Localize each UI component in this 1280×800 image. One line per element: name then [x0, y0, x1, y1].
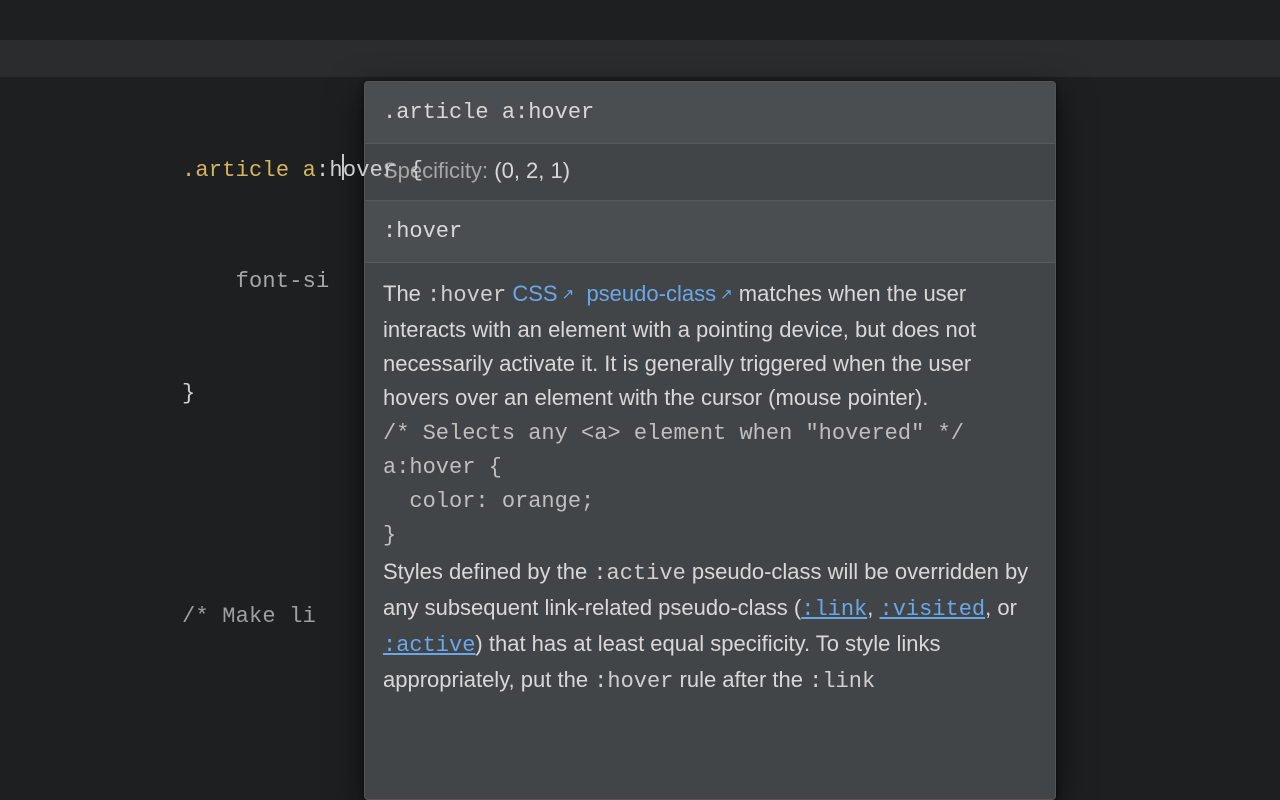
code-line[interactable]: .article a:hover {	[182, 152, 423, 189]
brace: }	[182, 381, 195, 406]
doc-text: ,	[867, 595, 879, 620]
popup-body[interactable]: The :hover CSS↗ pseudo-class↗ matches wh…	[365, 263, 1055, 699]
popup-selector-row: .article a:hover	[365, 82, 1055, 144]
doc-link-visited-pseudo[interactable]: :visited	[880, 597, 986, 622]
doc-code-inline: :active	[593, 561, 685, 586]
code-line[interactable]: }	[182, 375, 423, 412]
popup-topic-text: :hover	[383, 219, 462, 244]
popup-specificity-row: Specificity: (0, 2, 1)	[365, 144, 1055, 201]
popup-topic-row: :hover	[365, 201, 1055, 263]
code-line: }	[383, 523, 396, 548]
link-text: pseudo-class	[586, 281, 716, 306]
code-line[interactable]: /* Make li	[182, 598, 423, 635]
code-editor[interactable]: .article a:hover { font-si } /* Make li …	[0, 0, 1280, 800]
doc-link-link-pseudo[interactable]: :link	[801, 597, 867, 622]
current-line-highlight	[0, 40, 1280, 77]
doc-text: rule after the	[673, 667, 809, 692]
code-line[interactable]	[182, 710, 423, 747]
doc-code-inline: :hover	[427, 283, 506, 308]
doc-link-pseudo-class[interactable]: pseudo-class↗	[586, 281, 732, 306]
doc-text: , or	[985, 595, 1017, 620]
code-line[interactable]	[182, 486, 423, 523]
code-line[interactable]: font-si	[182, 263, 423, 300]
css-tag-selector: a	[289, 158, 316, 183]
doc-code-inline: :hover	[594, 669, 673, 694]
doc-paragraph: The :hover CSS↗ pseudo-class↗ matches wh…	[383, 277, 1037, 415]
link-text: CSS	[512, 281, 557, 306]
doc-link-css[interactable]: CSS ↗	[512, 281, 574, 306]
css-pseudo-class: :h	[316, 158, 343, 183]
doc-code-block: /* Selects any <a> element when "hovered…	[383, 417, 1037, 553]
brace: {	[396, 158, 423, 183]
doc-paragraph: Styles defined by the :active pseudo-cla…	[383, 555, 1037, 699]
css-pseudo-class: over	[343, 158, 397, 183]
doc-link-active-pseudo[interactable]: :active	[383, 633, 475, 658]
external-link-icon: ↗	[562, 286, 575, 303]
code-line: a:hover {	[383, 455, 502, 480]
popup-selector-text: .article a:hover	[383, 100, 594, 125]
code-comment: /* Selects any <a> element when "hovered…	[383, 421, 964, 446]
specificity-value: (0, 2, 1)	[494, 158, 570, 183]
css-class-selector: .article	[182, 158, 289, 183]
css-comment: /* Make li	[182, 604, 329, 629]
css-property: font-si	[182, 269, 329, 294]
doc-code-inline: :link	[809, 669, 875, 694]
external-link-icon: ↗	[720, 286, 733, 303]
doc-text: Styles defined by the	[383, 559, 593, 584]
hover-documentation-popup[interactable]: .article a:hover Specificity: (0, 2, 1) …	[364, 81, 1056, 800]
